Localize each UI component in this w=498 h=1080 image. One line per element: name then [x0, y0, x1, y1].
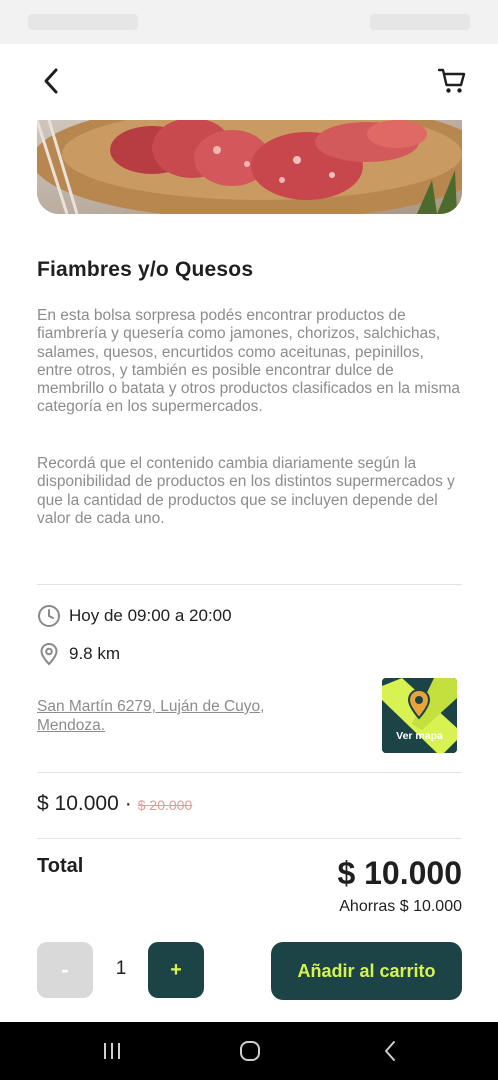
distance-text: 9.8 km [69, 644, 121, 663]
recent-apps-button[interactable] [98, 1038, 126, 1064]
price-separator: · [124, 792, 132, 815]
view-map-label: Ver mapa [396, 730, 443, 742]
savings-text: Ahorras $ 10.000 [339, 898, 462, 915]
divider [37, 772, 462, 773]
increase-quantity-button[interactable]: + [148, 942, 204, 998]
distance-row: 9.8 km [37, 642, 120, 666]
back-arrow-icon [385, 1041, 395, 1061]
back-button[interactable] [34, 64, 68, 98]
original-price: $ 20.000 [137, 797, 193, 813]
status-bar [0, 0, 498, 44]
total-value: $ 10.000 [337, 855, 462, 891]
pickup-schedule-row: Hoy de 09:00 a 20:00 [37, 604, 232, 628]
shopping-cart-icon [437, 68, 466, 93]
total-label: Total [37, 855, 84, 877]
home-icon [240, 1041, 260, 1061]
system-navigation-bar [0, 1022, 498, 1080]
product-description: En esta bolsa sorpresa podés encontrar p… [37, 307, 460, 416]
recent-apps-icon [104, 1043, 120, 1059]
product-image [37, 120, 462, 214]
quantity-value: 1 [115, 958, 127, 979]
clock-icon [37, 604, 61, 628]
store-address-link[interactable]: San Martín 6279, Luján de Cuyo, Mendoza. [37, 698, 327, 735]
pickup-schedule-text: Hoy de 09:00 a 20:00 [69, 606, 232, 625]
price-row: $ 10.000 · $ 20.000 [37, 792, 192, 816]
home-button[interactable] [236, 1038, 264, 1064]
divider [37, 838, 462, 839]
top-app-bar [0, 44, 498, 120]
system-back-button[interactable] [376, 1038, 404, 1064]
add-to-cart-button[interactable]: Añadir al carrito [271, 942, 462, 1000]
status-bar-icons-blurred [370, 14, 470, 30]
location-pin-icon [37, 642, 61, 666]
status-bar-time-blurred [28, 14, 138, 30]
view-map-button[interactable]: Ver mapa [382, 678, 457, 753]
product-disclaimer: Recordá que el contenido cambia diariame… [37, 455, 455, 527]
divider [37, 584, 462, 585]
cart-button[interactable] [434, 64, 470, 98]
decrease-quantity-button[interactable]: - [37, 942, 93, 998]
chevron-left-icon [44, 68, 58, 94]
current-price: $ 10.000 [37, 792, 119, 815]
product-title: Fiambres y/o Quesos [37, 258, 254, 281]
